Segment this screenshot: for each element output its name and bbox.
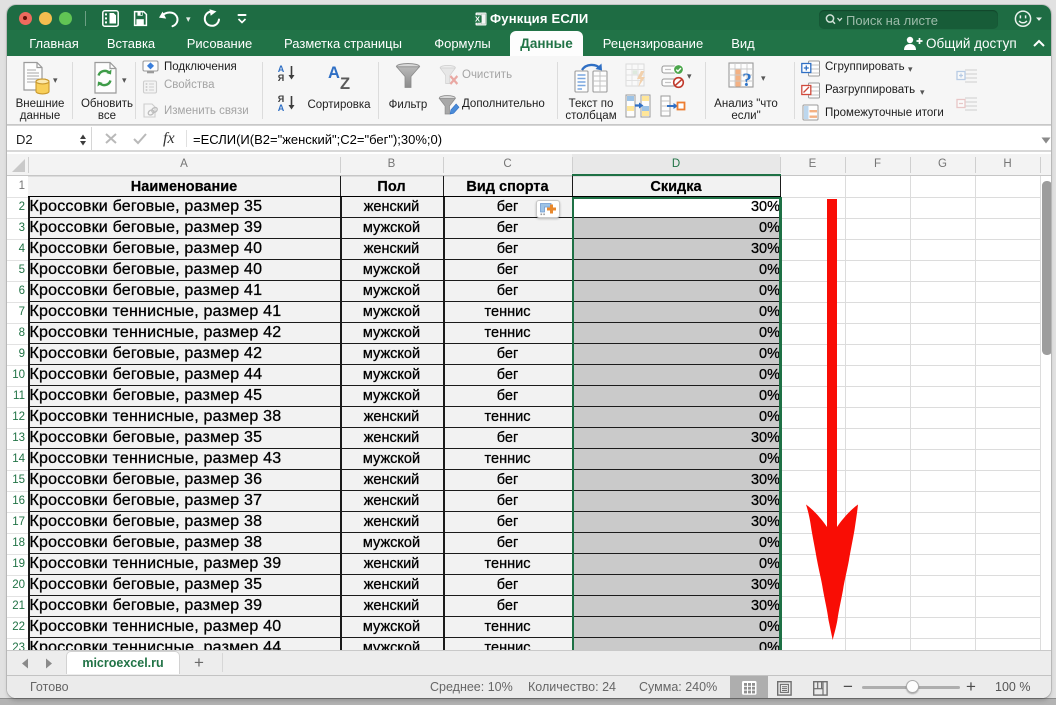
svg-text:А: А	[328, 64, 340, 82]
svg-text:Я: Я	[278, 73, 284, 83]
svg-text:Z: Z	[340, 75, 350, 93]
svg-text:X: X	[475, 14, 480, 23]
svg-text:?: ?	[742, 70, 752, 91]
